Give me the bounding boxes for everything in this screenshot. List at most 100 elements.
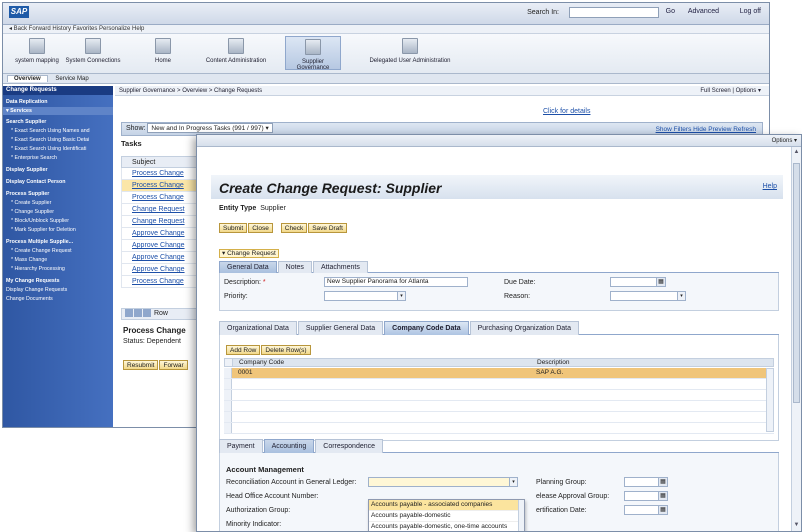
table-scrollbar[interactable] [766, 368, 774, 432]
table-row[interactable] [224, 412, 774, 423]
vertical-scrollbar[interactable]: ▲ ▼ [791, 147, 801, 531]
nav-item[interactable]: Data Replication [3, 98, 113, 107]
show-select[interactable]: New and In Progress Tasks (991 / 997) ▾ [147, 123, 273, 134]
row-selector[interactable] [224, 412, 232, 422]
due-date-input[interactable]: ▦ [610, 277, 666, 287]
nav-item[interactable]: * Enterprise Search [3, 154, 113, 163]
nav-icon-item[interactable]: Delegated User Administration [365, 38, 455, 64]
calendar-icon[interactable]: ▦ [658, 506, 667, 514]
description-input[interactable]: New Supplier Panorama for Atlanta [324, 277, 468, 287]
check-button[interactable]: Check [280, 223, 308, 233]
nav-item[interactable]: * Change Supplier [3, 208, 113, 217]
tab-organizational-data[interactable]: Organizational Data [219, 321, 297, 335]
logoff-link[interactable]: Log off [740, 8, 761, 15]
delete-rows-button[interactable]: Delete Row(s) [261, 345, 311, 355]
nav-item[interactable]: ▾ Services [3, 107, 113, 115]
recon-account-select[interactable]: ▾ [368, 477, 518, 487]
tab-payment[interactable]: Payment [219, 439, 263, 453]
nav-item[interactable]: * Exact Search Using Names and [3, 127, 113, 136]
table-row[interactable] [224, 390, 774, 401]
company-code-header[interactable]: Company Code [239, 359, 284, 367]
nav-item[interactable]: * Block/Unblock Supplier [3, 217, 113, 226]
priority-select[interactable]: ▾ [324, 291, 406, 301]
save-draft-button[interactable]: Save Draft [308, 223, 347, 233]
description-header[interactable]: Description [537, 359, 570, 367]
nav-item[interactable]: * Create Change Request [3, 247, 113, 256]
change-request-section-toggle[interactable]: ▾ Change Request [219, 249, 279, 258]
select-all-icon[interactable] [225, 359, 233, 366]
nav-icon-item[interactable]: Supplier Governance [285, 36, 341, 71]
pager-next-icon[interactable] [143, 309, 151, 318]
tab-overview[interactable]: Overview [7, 75, 48, 82]
nav-item[interactable]: * Hierarchy Processing [3, 265, 113, 274]
scroll-thumb[interactable] [793, 163, 800, 403]
dropdown-option[interactable]: Accounts payable-domestic, one-time acco… [369, 522, 524, 531]
fullscreen-options[interactable]: Full Screen | Options ▾ [700, 86, 761, 96]
pager-prev-icon[interactable] [134, 309, 142, 318]
tab-purchasing-organization-data[interactable]: Purchasing Organization Data [469, 321, 579, 335]
certification-date-input[interactable]: ▦ [624, 505, 668, 515]
row-selector[interactable] [224, 401, 232, 411]
add-row-button[interactable]: Add Row [226, 345, 261, 355]
advanced-link[interactable]: Advanced [688, 8, 719, 15]
row-selector[interactable] [224, 423, 232, 433]
nav-item[interactable]: * Mass Change [3, 256, 113, 265]
options-menu[interactable]: Options ▾ [772, 137, 797, 144]
planning-group-input[interactable]: ▦ [624, 477, 668, 487]
tab-accounting[interactable]: Accounting [263, 439, 315, 453]
nav-icon-item[interactable]: System Connections [65, 38, 121, 64]
row-selector[interactable] [224, 390, 232, 400]
tab-supplier-general-data[interactable]: Supplier General Data [297, 321, 384, 335]
table-row[interactable]: 0001 SAP A.G. [224, 368, 774, 379]
tab-correspondence[interactable]: Correspondence [315, 439, 384, 453]
dropdown-option[interactable]: Accounts payable-domestic [369, 511, 524, 522]
nav-item[interactable]: * Create Supplier [3, 199, 113, 208]
search-help-icon[interactable]: ▦ [658, 478, 667, 486]
dropdown-scrollbar[interactable] [518, 500, 524, 531]
scroll-up-icon[interactable]: ▲ [793, 149, 800, 156]
pager-first-icon[interactable] [125, 309, 133, 318]
tab-notes[interactable]: Notes [277, 261, 312, 273]
nav-item[interactable]: * Mark Supplier for Deletion [3, 226, 113, 235]
tab-attachments[interactable]: Attachments [312, 261, 368, 273]
nav-item[interactable]: * Exact Search Using Identificati [3, 145, 113, 154]
nav-item[interactable]: Change Documents [3, 295, 113, 304]
table-row[interactable] [224, 423, 774, 434]
folder-icon [402, 38, 418, 54]
calendar-icon[interactable]: ▦ [656, 278, 665, 286]
release-approval-group-input[interactable]: ▦ [624, 491, 668, 501]
dropdown-option[interactable]: Accounts payable - associated companies [369, 500, 524, 511]
forward-button[interactable]: Forwar [159, 360, 188, 370]
nav-item[interactable]: Display Contact Person [3, 178, 113, 187]
click-for-details-link[interactable]: Click for details [543, 108, 590, 115]
breadcrumb-text[interactable]: Supplier Governance > Overview > Change … [119, 88, 262, 94]
nav-icon-item[interactable]: system mapping [9, 38, 65, 64]
nav-item[interactable]: Display Change Requests [3, 286, 113, 295]
close-button[interactable]: Close [248, 223, 273, 233]
nav-item[interactable]: My Change Requests [3, 277, 113, 286]
nav-header-change-requests[interactable]: Change Requests [3, 86, 113, 95]
row-selector[interactable] [224, 379, 232, 389]
table-row[interactable] [224, 379, 774, 390]
browser-nav-links[interactable]: ◂ Back Forward History Favorites Persona… [3, 25, 769, 34]
nav-item[interactable]: * Exact Search Using Basic Detai [3, 136, 113, 145]
resubmit-button[interactable]: Resubmit [123, 360, 159, 370]
help-link[interactable]: Help [763, 183, 777, 190]
table-row[interactable] [224, 401, 774, 412]
search-help-icon[interactable]: ▦ [658, 492, 667, 500]
tab-general-data[interactable]: General Data [219, 261, 277, 273]
nav-item[interactable]: Search Supplier [3, 118, 113, 127]
nav-item[interactable]: Process Multiple Supplie... [3, 238, 113, 247]
go-button[interactable]: Go [666, 8, 675, 15]
tab-company-code-data[interactable]: Company Code Data [384, 321, 469, 335]
nav-item[interactable]: Display Supplier [3, 166, 113, 175]
nav-icon-item[interactable]: Home [135, 38, 191, 64]
row-selector[interactable] [224, 368, 232, 378]
search-input[interactable] [569, 7, 659, 18]
submit-button[interactable]: Submit [219, 223, 248, 233]
nav-item[interactable]: Process Supplier [3, 190, 113, 199]
tab-service-map[interactable]: Service Map [49, 76, 94, 82]
nav-icon-item[interactable]: Content Administration [199, 38, 273, 64]
scroll-down-icon[interactable]: ▼ [793, 522, 800, 529]
reason-select[interactable]: ▾ [610, 291, 686, 301]
